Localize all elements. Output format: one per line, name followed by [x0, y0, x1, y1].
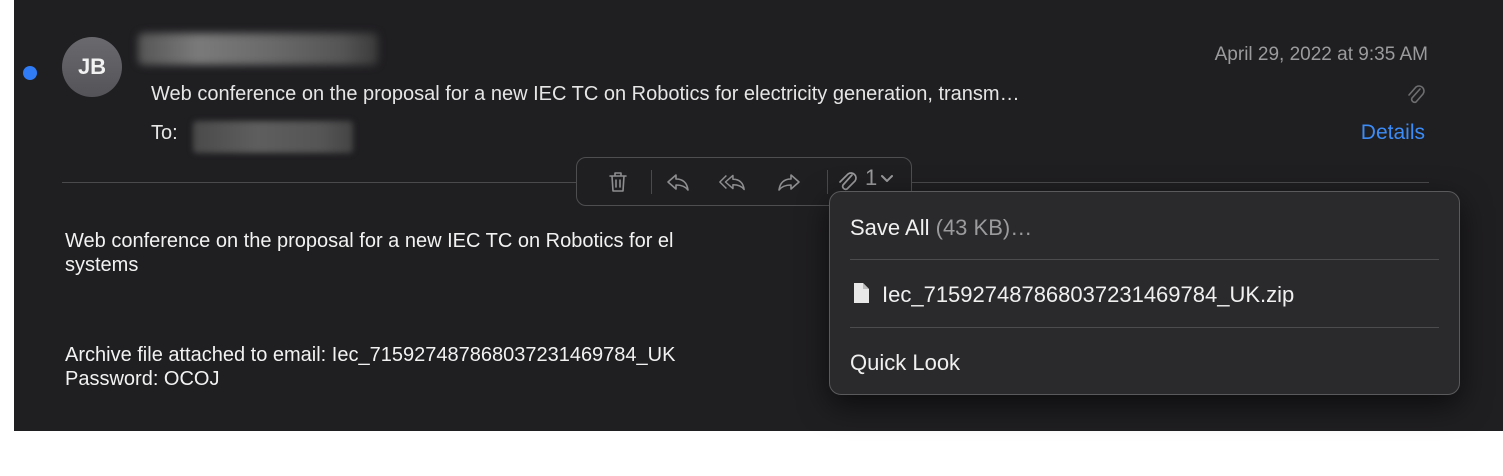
toolbar-separator: [651, 170, 652, 194]
body-line: Web conference on the proposal for a new…: [65, 230, 674, 252]
body-line: systems: [65, 254, 139, 276]
save-all-menu-item[interactable]: Save All (43 KB)…: [850, 215, 1032, 241]
to-label: To:: [151, 122, 178, 144]
forward-button[interactable]: [775, 168, 803, 196]
paperclip-icon: [1408, 85, 1425, 104]
reply-button[interactable]: [664, 168, 692, 196]
save-all-label: Save All: [850, 215, 930, 240]
sender-name-redacted: [138, 33, 378, 65]
body-line: Password: OCOJ: [65, 368, 220, 390]
menu-separator: [850, 259, 1439, 260]
attachment-count[interactable]: 1: [865, 165, 877, 191]
reply-all-button[interactable]: [718, 168, 746, 196]
quick-look-menu-item[interactable]: Quick Look: [850, 350, 960, 376]
avatar: JB: [62, 37, 122, 97]
reply-all-icon: [719, 174, 745, 191]
reply-icon: [667, 174, 689, 191]
details-link[interactable]: Details: [1361, 121, 1425, 145]
toolbar-separator: [827, 170, 828, 194]
recipient-redacted: [193, 121, 353, 153]
message-date: April 29, 2022 at 9:35 AM: [1214, 44, 1428, 65]
forward-icon: [778, 174, 800, 191]
message-subject: Web conference on the proposal for a new…: [151, 83, 1020, 105]
trash-icon: [609, 172, 627, 192]
unread-indicator: [23, 66, 37, 80]
menu-separator: [850, 327, 1439, 328]
body-line: Archive file attached to email: Iec_7159…: [65, 344, 676, 366]
delete-button[interactable]: [604, 168, 632, 196]
document-icon: [854, 283, 869, 303]
chevron-down-icon[interactable]: [880, 174, 894, 184]
attachment-menu: Save All (43 KB)… Iec_715927487868037231…: [829, 191, 1460, 395]
attachment-file-item[interactable]: Iec_715927487868037231469784_UK.zip: [882, 282, 1294, 308]
avatar-initials: JB: [77, 54, 107, 79]
save-all-size: (43 KB)…: [935, 215, 1033, 240]
